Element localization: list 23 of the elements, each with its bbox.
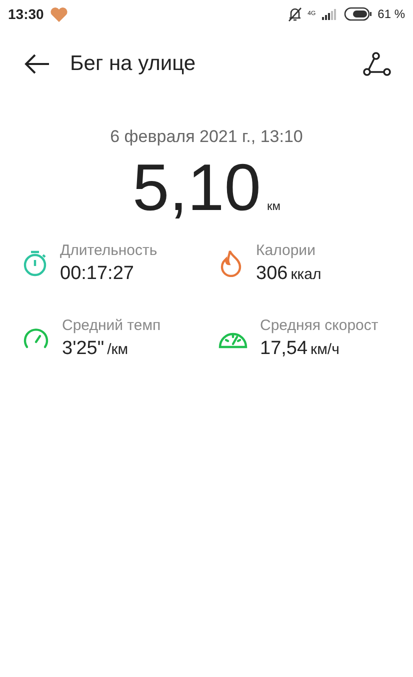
route-icon[interactable] (363, 51, 391, 77)
signal-icon (322, 8, 338, 20)
heart-icon (50, 6, 68, 22)
stat-value: 17,54 (260, 338, 308, 359)
workout-date: 6 февраля 2021 г., 13:10 (109, 127, 304, 147)
stat-label: Средняя скорост (260, 316, 378, 334)
page-title: Бег на улице (70, 52, 197, 76)
stat-label: Калории (256, 242, 316, 259)
back-arrow-icon[interactable] (24, 53, 50, 75)
stat-value: 306 (256, 262, 288, 284)
distance-unit: км (266, 199, 280, 213)
stat-unit: /км (107, 340, 128, 358)
stat-value: 00:17:27 (60, 262, 134, 284)
stat-unit: км/ч (310, 340, 340, 358)
stat-value: 3'25" (62, 338, 104, 359)
battery-icon (344, 7, 372, 21)
clock-time: 13:30 (8, 6, 44, 22)
stat-label: Длительность (60, 242, 158, 259)
stat-unit: ккал (290, 266, 322, 283)
bell-off-icon (288, 6, 302, 22)
distance-value: 5,10 (132, 151, 261, 224)
stat-label: Средний темп (62, 316, 161, 334)
battery-percent: 61 % (378, 7, 405, 21)
